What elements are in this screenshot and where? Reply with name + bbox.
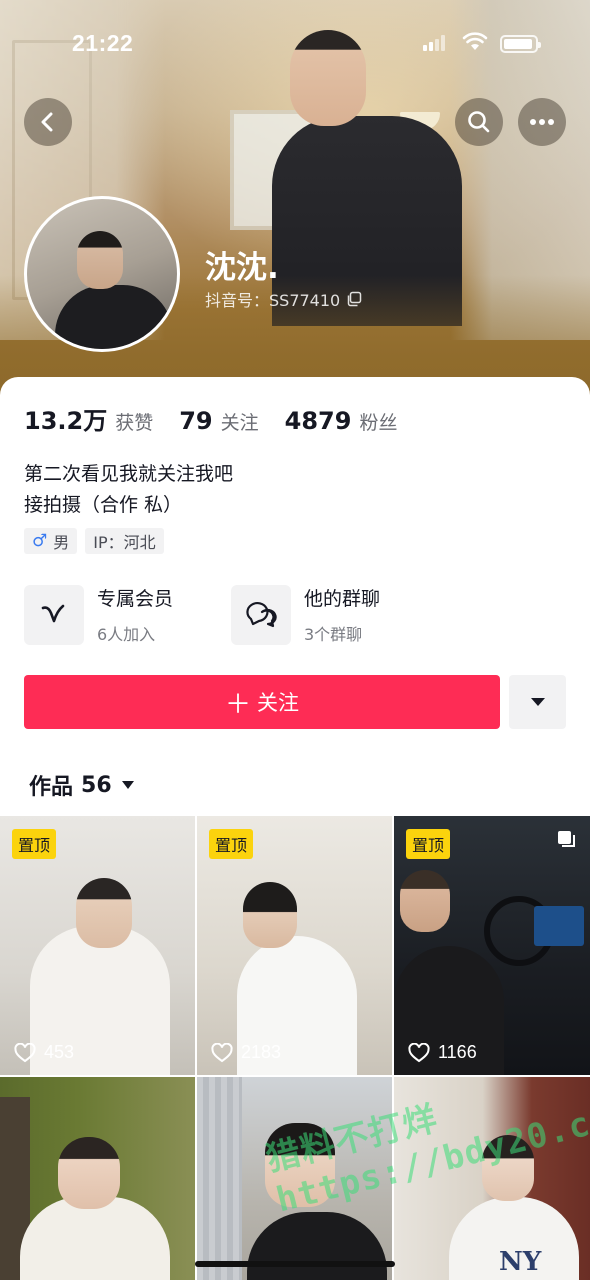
status-time: 21:22 [72,30,134,56]
ip-tag: IP：河北 [85,528,164,554]
ip-label: IP：河北 [93,533,156,552]
stat-following-value: 79 [179,407,213,435]
vip-v-icon [24,584,84,645]
tags-row: ♂ 男 IP：河北 [24,528,164,554]
plus-icon: ＋ [224,689,251,720]
douyin-id: 抖音号：SS77410 [205,291,341,310]
video-item[interactable]: 置顶 2183 [197,816,392,1075]
search-button[interactable] [455,98,503,146]
stat-likes-label: 获赞 [115,412,154,434]
battery-icon [500,35,541,53]
caret-down-icon [530,698,545,706]
stat-followers[interactable]: 4879 粉丝 [285,407,398,435]
gender-tag: ♂ 男 [24,528,78,554]
video-likes: 2183 [211,1042,281,1063]
video-item[interactable]: 置顶 453 [0,816,195,1075]
more-button[interactable] [518,98,566,146]
recommend-dropdown-button[interactable] [509,675,566,729]
member-title: 专属会员 [97,588,174,610]
stat-likes-value: 13.2万 [24,407,108,435]
follow-button[interactable]: ＋ 关注 [24,675,500,729]
home-indicator[interactable] [195,1261,395,1267]
copy-icon[interactable] [346,291,362,307]
stat-following[interactable]: 79 关注 [179,407,258,435]
works-tab[interactable]: 作品 56 [29,769,134,801]
works-label: 作品 [29,775,74,800]
group-chat-entry[interactable]: 他的群聊 3个群聊 [231,584,380,645]
more-dots-icon [530,119,554,125]
back-button[interactable] [24,98,72,146]
stat-following-label: 关注 [220,412,259,434]
douyin-id-row[interactable]: 抖音号：SS77410 [205,287,362,311]
chevron-left-icon [41,112,53,132]
video-likes: 1166 [408,1042,477,1063]
heart-icon [408,1042,430,1062]
pinned-badge: 置顶 [12,829,57,859]
stat-likes[interactable]: 13.2万 获赞 [24,401,153,436]
male-icon: ♂ [32,531,48,551]
bio-line-2: 接拍摄（合作 私） [24,494,183,516]
bio: 第二次看见我就关注我吧 接拍摄（合作 私） [24,459,233,521]
heart-icon [14,1042,36,1062]
works-count: 56 [81,772,112,798]
wifi-icon [462,32,488,50]
gender-label: 男 [53,533,70,552]
stat-followers-value: 4879 [284,407,352,435]
video-item[interactable] [0,1077,195,1280]
pinned-badge: 置顶 [209,829,254,859]
group-chat-subtitle: 3个群聊 [304,625,363,644]
nickname: 沈沈. [205,250,279,286]
follow-label: 关注 [257,691,299,715]
avatar[interactable] [24,196,180,352]
member-entry[interactable]: 专属会员 6人加入 [24,584,173,645]
video-item[interactable]: 置顶 1166 [394,816,590,1075]
signal-icon [423,35,447,51]
search-icon [468,111,490,133]
video-likes-count: 2183 [241,1042,282,1062]
stat-followers-label: 粉丝 [359,412,398,434]
heart-icon [211,1042,233,1062]
video-likes-count: 453 [44,1042,75,1062]
multi-image-icon [558,831,575,847]
video-likes: 453 [14,1042,74,1063]
bio-line-1: 第二次看见我就关注我吧 [24,463,234,485]
pinned-badge: 置顶 [406,829,451,859]
stats-row: 13.2万 获赞 79 关注 4879 粉丝 [24,401,423,436]
video-likes-count: 1166 [438,1042,477,1062]
group-chat-title: 他的群聊 [304,588,381,610]
member-subtitle: 6人加入 [97,625,156,644]
group-chat-icon [231,584,291,645]
caret-down-icon [121,781,134,789]
